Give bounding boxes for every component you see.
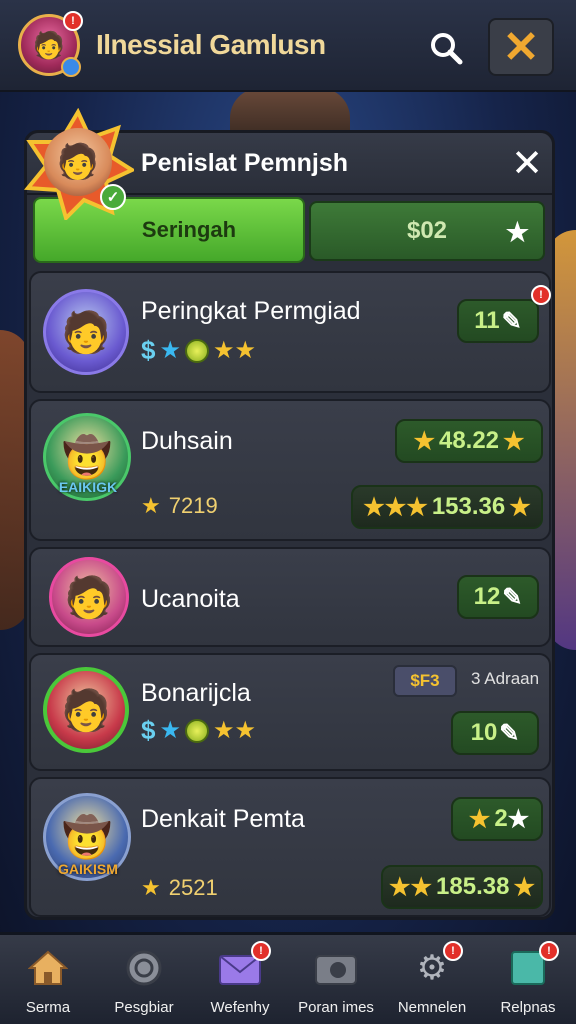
score-badge[interactable]: 11 ✎: [457, 299, 539, 343]
sub-score-value: 2521: [168, 875, 218, 900]
star-icon: ★: [507, 805, 530, 833]
close-icon: ✕: [502, 22, 540, 72]
panel-close-button[interactable]: ✕: [505, 141, 549, 185]
score-value: 12: [473, 583, 501, 610]
panel-title: Penislat Pemnjsh: [141, 149, 349, 177]
sub-score: ★ 7219: [141, 493, 218, 519]
dollar-icon: $: [141, 715, 156, 745]
star-icon: ★: [159, 717, 181, 744]
reward-icons: $ ★ ★★: [141, 335, 256, 366]
player-name: Bonarijcla: [141, 679, 251, 707]
tag-label: 3 Adraan: [471, 669, 540, 688]
home-icon: [25, 945, 71, 991]
nav-label: Wefenhy: [210, 999, 270, 1016]
nav-item-home[interactable]: Serma: [3, 945, 93, 1016]
star-icon: ★: [413, 427, 435, 455]
target-icon: [121, 945, 167, 991]
player-name: Peringkat Permgiad: [141, 297, 361, 325]
app-title: Ilnessial Gamlusn: [96, 29, 326, 60]
crest-label: EAIKIGK: [58, 479, 118, 495]
leaderboard-row[interactable]: 🤠 EAIKIGK Duhsain ★ 48.22 ★ ★ 7219 ★★★ 15…: [29, 399, 551, 541]
leaderboard-row[interactable]: 🧑 Ucanoita 12 ✎: [29, 547, 551, 647]
sub-score: ★ 2521: [141, 875, 218, 901]
avatar-notification-badge: !: [63, 11, 83, 31]
star-icon: ★: [159, 337, 181, 364]
star-icon: ★: [503, 427, 525, 455]
nav-item-target[interactable]: Pesgbiar: [99, 945, 189, 1016]
score-badge: ★ 2 ★: [451, 797, 543, 841]
nav-notification-badge: !: [443, 941, 463, 961]
leaderboard-row[interactable]: 🧑 Bonarijcla $ ★ ★★ $F3 3 Adraan 10 ✎: [29, 653, 551, 771]
search-icon: [431, 33, 463, 65]
stars-icon: ★★: [212, 337, 257, 364]
hero-rank-badge[interactable]: 🧑 ✓: [22, 108, 134, 220]
total-score-value: 185.38: [436, 873, 510, 900]
nav-notification-badge: !: [251, 941, 271, 961]
coin-icon: [184, 338, 209, 363]
total-score-value: 153.36: [431, 493, 506, 520]
pencil-icon: ✎: [499, 719, 520, 747]
nav-item-mail[interactable]: ! Wefenhy: [195, 941, 285, 1016]
player-name: Ucanoita: [141, 585, 240, 613]
nav-item-settings[interactable]: ⚙ ! Nemnelen: [387, 941, 477, 1016]
stars-icon: ★★★: [363, 493, 428, 521]
player-name: Denkait Pemta: [141, 805, 305, 833]
score-value: 48.22: [438, 427, 500, 454]
tab-currency-label: $02: [406, 217, 448, 244]
sub-score-value: 7219: [168, 493, 218, 518]
crest-label: GAIKISM: [58, 861, 118, 877]
pencil-icon: ✎: [502, 583, 523, 611]
stars-icon: ★★: [389, 873, 433, 901]
close-icon: ✕: [511, 142, 543, 185]
total-score-badge: ★★ 185.38 ★: [381, 865, 543, 909]
camera-icon: [313, 945, 359, 991]
score-badge[interactable]: 10 ✎: [451, 711, 539, 755]
star-icon: ★: [141, 493, 161, 518]
score-value: 11: [474, 307, 500, 334]
leaderboard-row[interactable]: 🤠 GAIKISM Denkait Pemta ★ 2 ★ ★ 2521 ★★ 1…: [29, 777, 551, 917]
avatar-face-icon: 🧑: [32, 29, 66, 60]
leaderboard-row[interactable]: 🧑 Peringkat Permgiad $ ★ ★★ 11 ✎ !: [29, 271, 551, 393]
nav-label: Nemnelen: [397, 999, 467, 1016]
check-icon: ✓: [100, 184, 126, 210]
avatar-level-badge: [61, 57, 81, 77]
nav-label: Relpnas: [500, 999, 556, 1016]
top-bar: 🧑 ! Ilnessial Gamlusn ✕: [0, 0, 576, 92]
nav-notification-badge: !: [539, 941, 559, 961]
star-icon: ★: [505, 217, 529, 247]
stars-icon: ★★: [212, 717, 257, 744]
score-badge: ★ 48.22 ★: [395, 419, 543, 463]
nav-item-camera[interactable]: Poran imes: [291, 945, 381, 1016]
star-icon: ★: [468, 805, 491, 833]
dollar-icon: $: [141, 335, 156, 365]
close-button[interactable]: ✕: [488, 18, 554, 76]
nav-label: Serma: [25, 999, 71, 1016]
nav-label: Poran imes: [298, 999, 374, 1016]
avatar: 🧑: [43, 289, 129, 375]
price-tag: $F3: [393, 665, 457, 697]
reward-icons: $ ★ ★★: [141, 715, 256, 746]
star-icon: ★: [141, 875, 161, 900]
search-button[interactable]: [420, 22, 472, 74]
nav-label: Pesgbiar: [114, 999, 174, 1016]
star-icon: ★: [509, 493, 531, 521]
score-badge[interactable]: 12 ✎: [457, 575, 539, 619]
row-notification-badge: !: [531, 285, 551, 305]
tab-currency[interactable]: $02 ★: [309, 201, 545, 261]
leaderboard-panel: Penislat Pemnjsh ✕ Seringah $02 ★ 🧑 Peri…: [24, 130, 555, 920]
score-value: 10: [470, 719, 498, 746]
avatar: 🧑: [43, 667, 129, 753]
player-avatar[interactable]: 🧑 !: [18, 11, 83, 77]
hero-face-icon: 🧑: [44, 128, 112, 196]
player-name: Duhsain: [141, 427, 233, 455]
bottom-navigation: Serma Pesgbiar ! Wefenhy Poran imes ⚙ ! …: [0, 932, 576, 1024]
pencil-icon: ✎: [501, 307, 522, 335]
coin-icon: [184, 718, 209, 743]
avatar: 🧑: [49, 557, 129, 637]
tab-ranking-label: Seringah: [141, 217, 237, 242]
score-value: 2: [494, 805, 508, 832]
nav-item-cards[interactable]: ! Relpnas: [483, 941, 573, 1016]
total-score-badge: ★★★ 153.36 ★: [351, 485, 543, 529]
star-icon: ★: [513, 873, 535, 901]
